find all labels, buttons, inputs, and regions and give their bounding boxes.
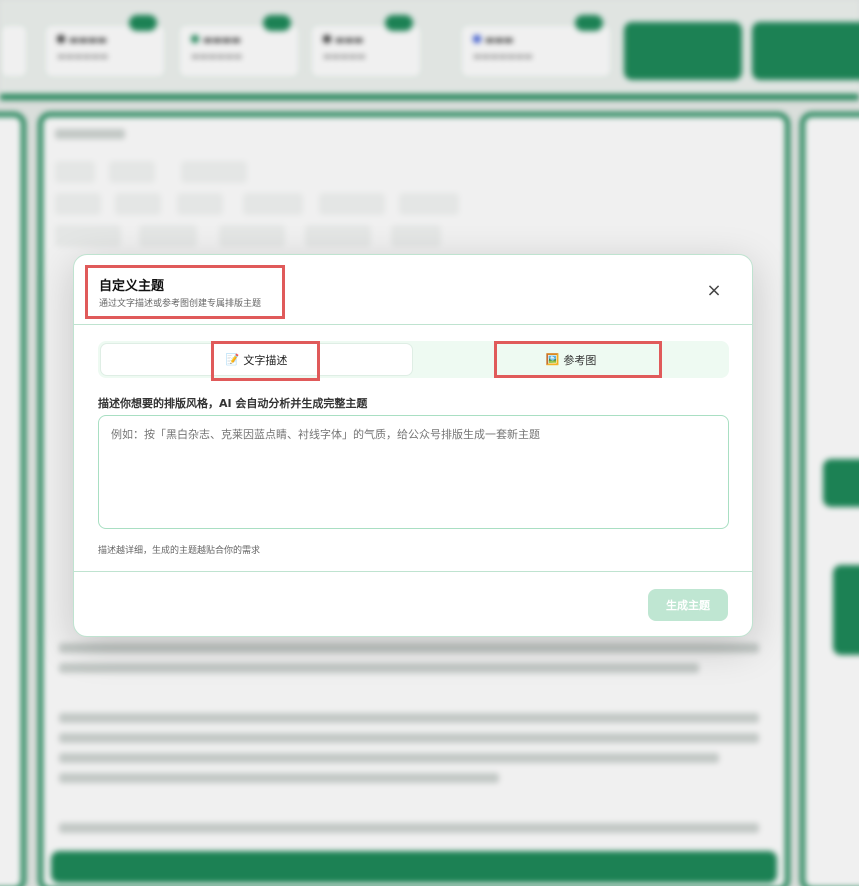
description-label: 描述你想要的排版风格，AI 会自动分析并生成完整主题 xyxy=(98,397,368,410)
generate-theme-button[interactable]: 生成主题 xyxy=(648,589,728,621)
dialog-header: 自定义主题 通过文字描述或参考图创建专属排版主题 × xyxy=(74,255,752,325)
hint-text: 描述越详细，生成的主题越贴合你的需求 xyxy=(98,546,261,556)
description-input[interactable] xyxy=(98,415,729,529)
dialog-title: 自定义主题 xyxy=(99,279,165,294)
tab-highlight-box xyxy=(494,341,662,378)
custom-theme-dialog: 自定义主题 通过文字描述或参考图创建专属排版主题 × 📝 文字描述 🖼️ 参考图… xyxy=(73,254,753,637)
footer-divider xyxy=(74,571,752,572)
tab-highlight-box xyxy=(211,341,320,381)
close-icon[interactable]: × xyxy=(702,280,726,302)
dialog-subtitle: 通过文字描述或参考图创建专属排版主题 xyxy=(99,299,262,309)
